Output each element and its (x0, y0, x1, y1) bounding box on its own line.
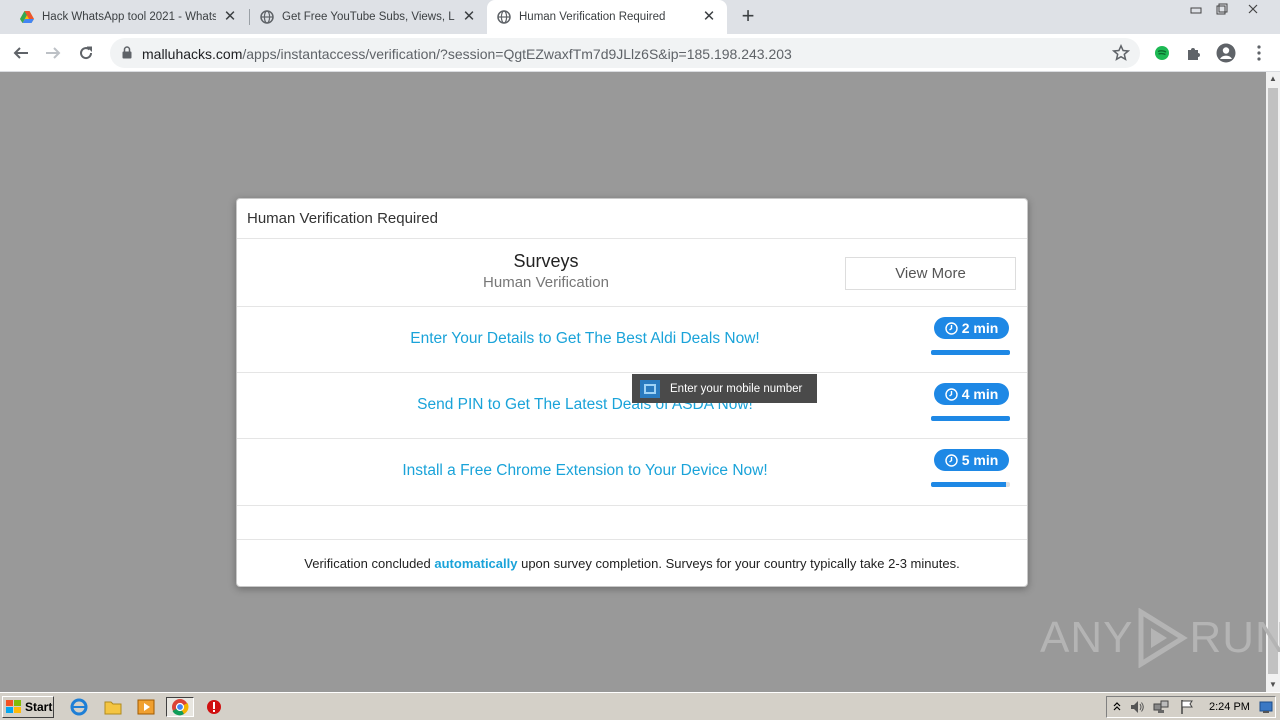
browser-toolbar: malluhacks.com/apps/instantaccess/verifi… (0, 34, 1280, 72)
section-subtitle: Human Verification (483, 274, 609, 291)
forward-arrow-icon[interactable] (40, 40, 66, 66)
scroll-up-arrow-icon[interactable]: ▲ (1266, 72, 1280, 86)
close-tab-icon[interactable]: ✕ (701, 9, 717, 25)
action-center-flag-icon[interactable] (1179, 699, 1195, 720)
tray-expand-icon[interactable] (1113, 700, 1121, 718)
address-bar[interactable]: malluhacks.com/apps/instantaccess/verifi… (110, 38, 1140, 68)
ie-icon[interactable] (68, 697, 90, 717)
view-more-button[interactable]: View More (845, 257, 1016, 290)
stop-icon[interactable] (203, 697, 225, 717)
folder-icon[interactable] (102, 697, 124, 717)
offer-link[interactable]: Enter Your Details to Get The Best Aldi … (237, 330, 933, 348)
tab-title: Human Verification Required (519, 11, 666, 23)
profile-avatar-icon[interactable] (1214, 41, 1238, 65)
divider (237, 539, 1027, 540)
tab-title: Get Free YouTube Subs, Views, Likes (282, 11, 455, 23)
clock-icon (945, 387, 958, 401)
scroll-down-arrow-icon[interactable]: ▼ (1266, 678, 1280, 692)
globe-icon (497, 10, 511, 24)
extensions-puzzle-icon[interactable] (1182, 41, 1206, 65)
bookmark-star-icon[interactable] (1111, 43, 1131, 67)
show-desktop-icon[interactable] (1259, 700, 1273, 719)
offer-link[interactable]: Send PIN to Get The Latest Deals of ASDA… (237, 396, 933, 414)
offer-row[interactable]: Enter Your Details to Get The Best Aldi … (237, 306, 1027, 372)
section-title: Surveys (513, 251, 579, 271)
extension-green-icon[interactable] (1150, 41, 1174, 65)
time-badge: 4 min (934, 383, 1009, 405)
scrollbar-thumb[interactable] (1268, 88, 1278, 674)
close-window-icon[interactable] (1240, 0, 1266, 18)
url-path: /apps/instantaccess/verification/?sessio… (242, 46, 792, 62)
volume-icon[interactable] (1129, 699, 1145, 720)
surveys-heading: Surveys Human Verification (237, 251, 855, 291)
phone-app-icon (640, 379, 660, 398)
close-tab-icon[interactable]: ✕ (461, 9, 477, 25)
offer-row[interactable]: Install a Free Chrome Extension to Your … (237, 438, 1027, 504)
time-label: 4 min (961, 386, 999, 402)
progress-fill (931, 416, 1010, 421)
divider (237, 505, 1027, 506)
offer-link[interactable]: Install a Free Chrome Extension to Your … (237, 462, 933, 480)
divider (237, 238, 1027, 239)
url-host: malluhacks.com (142, 46, 243, 62)
clock-icon (945, 321, 958, 335)
play-logo-icon (1138, 608, 1189, 668)
footnote-post: upon survey completion. Surveys for your… (517, 556, 960, 571)
progress-fill (931, 482, 1007, 487)
network-icon[interactable] (1153, 699, 1169, 720)
modal-title: Human Verification Required (247, 210, 438, 227)
progress-bar (931, 416, 1010, 421)
page-scrollbar[interactable]: ▲ ▼ (1266, 72, 1280, 692)
tab-youtube-subs[interactable]: Get Free YouTube Subs, Views, Likes ✕ (250, 0, 487, 34)
tab-whatsapp-hack[interactable]: Hack WhatsApp tool 2021 - Whatsap ✕ (10, 0, 248, 34)
footnote-emphasis: automatically (434, 556, 518, 571)
tooltip-text: Enter your mobile number (670, 382, 803, 395)
reload-icon[interactable] (73, 40, 99, 66)
progress-bar (931, 350, 1010, 355)
progress-bar (931, 482, 1010, 487)
time-label: 5 min (961, 452, 999, 468)
tab-strip: Hack WhatsApp tool 2021 - Whatsap ✕ Get … (0, 0, 1280, 34)
progress-fill (931, 350, 1010, 355)
watermark-right: RUN (1189, 613, 1280, 662)
anyrun-watermark: ANY RUN (1040, 608, 1280, 668)
windows-taskbar: Start 2:24 PM (0, 692, 1280, 720)
system-tray: 2:24 PM (1106, 696, 1276, 718)
clock-icon (945, 453, 958, 467)
verification-footnote: Verification concluded automatically upo… (237, 556, 1027, 571)
tab-title: Hack WhatsApp tool 2021 - Whatsap (42, 11, 216, 23)
chrome-taskbar-icon[interactable] (166, 697, 194, 717)
restore-icon[interactable] (1209, 0, 1235, 18)
start-label: Start (25, 700, 53, 714)
kebab-menu-icon[interactable] (1247, 41, 1271, 65)
time-badge: 5 min (934, 449, 1009, 471)
drive-icon (20, 10, 34, 24)
clock[interactable]: 2:24 PM (1209, 701, 1250, 713)
footnote-pre: Verification concluded (304, 556, 435, 571)
globe-icon (260, 10, 274, 24)
back-arrow-icon[interactable] (8, 40, 34, 66)
time-badge: 2 min (934, 317, 1009, 339)
windows-logo-icon (6, 700, 21, 713)
minimize-icon[interactable] (1183, 0, 1209, 18)
lock-icon[interactable] (122, 46, 132, 64)
media-player-icon[interactable] (135, 697, 157, 717)
watermark-left: ANY (1040, 613, 1134, 662)
close-tab-icon[interactable]: ✕ (222, 9, 238, 25)
tooltip: Enter your mobile number (632, 374, 817, 403)
time-label: 2 min (961, 320, 999, 336)
tab-human-verification[interactable]: Human Verification Required ✕ (487, 0, 727, 34)
start-button[interactable]: Start (2, 696, 54, 718)
new-tab-button[interactable]: + (736, 5, 760, 29)
url-text[interactable]: malluhacks.com/apps/instantaccess/verifi… (142, 46, 792, 62)
